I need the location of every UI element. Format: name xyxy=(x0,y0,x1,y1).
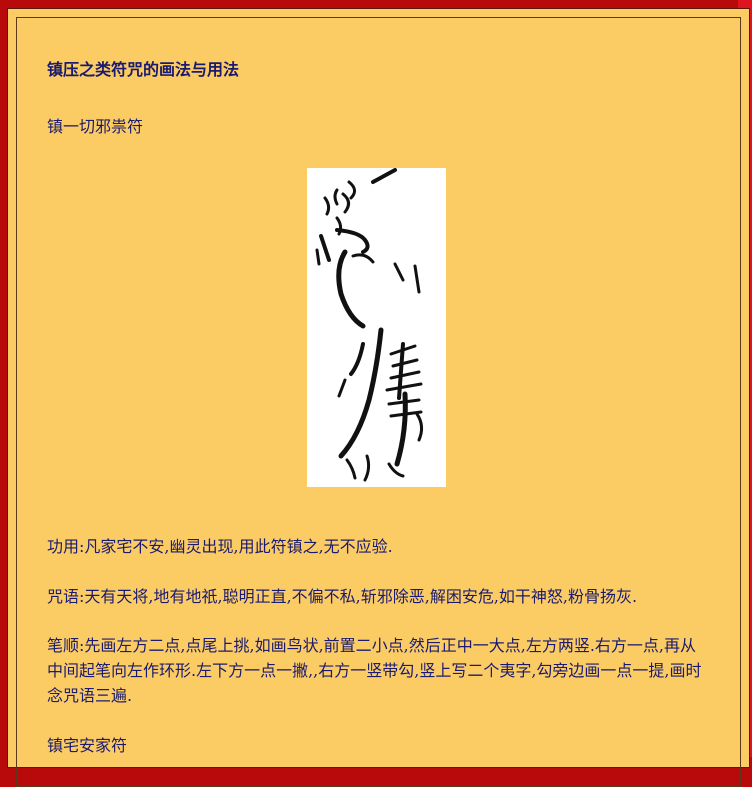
page-title: 镇压之类符咒的画法与用法 xyxy=(47,60,240,79)
article: 镇压之类符咒的画法与用法 镇一切邪祟符 功用:凡家宅不安,幽灵出现,用此符镇之,… xyxy=(47,58,707,755)
talisman-incantation: 咒语:天有天将,地有地祇,聪明正直,不偏不私,斩邪除恶,解困安危,如干神怒,粉骨… xyxy=(47,587,638,606)
talisman-name: 镇一切邪祟符 xyxy=(47,117,144,136)
talisman-image xyxy=(307,168,446,487)
page-frame: 镇压之类符咒的画法与用法 镇一切邪祟符 功用:凡家宅不安,幽灵出现,用此符镇之,… xyxy=(7,8,750,787)
talisman-strokes: 笔顺:先画左方二点,点尾上挑,如画鸟状,前置二小点,然后正中一大点,左方两竖.右… xyxy=(47,636,702,705)
talisman-effect: 功用:凡家宅不安,幽灵出现,用此符镇之,无不应验. xyxy=(47,537,393,556)
talisman-name: 镇宅安家符 xyxy=(47,736,128,755)
talisman-drawing xyxy=(315,168,424,482)
